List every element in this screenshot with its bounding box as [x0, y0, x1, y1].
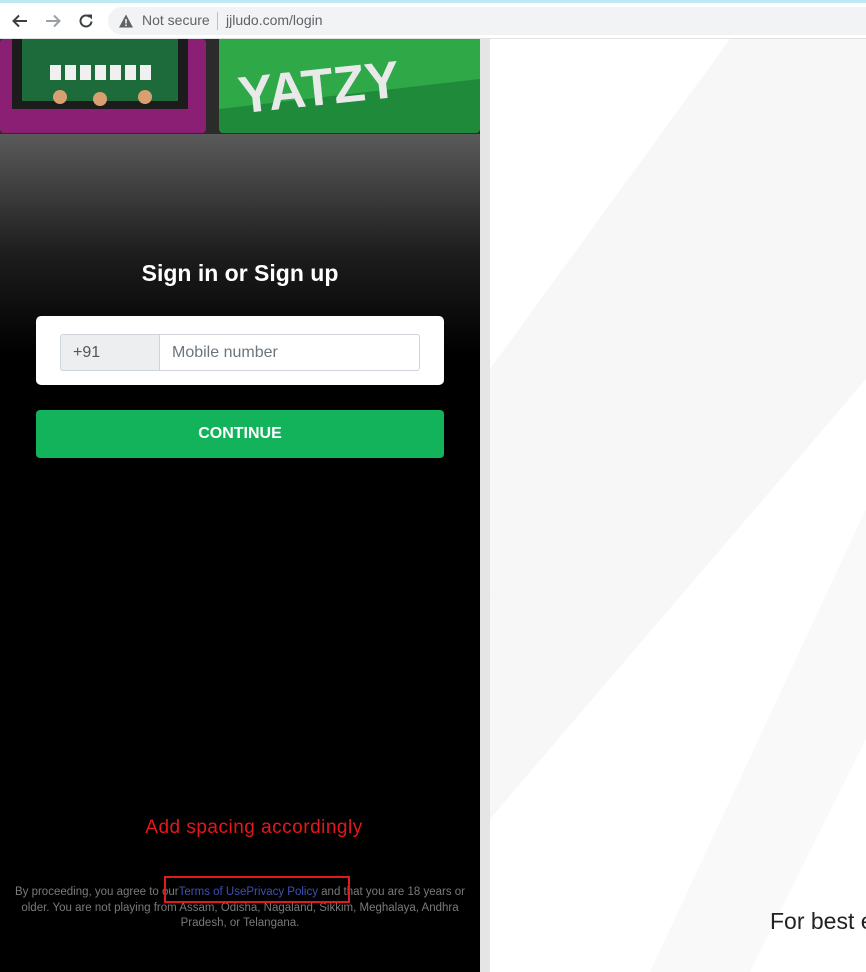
address-bar[interactable]: Not secure jjludo.com/login [108, 7, 866, 35]
country-code-prefix: +91 [60, 334, 159, 371]
mobile-number-input[interactable] [159, 334, 420, 371]
browser-toolbar: Not secure jjludo.com/login [0, 3, 866, 39]
reload-icon[interactable] [74, 9, 98, 33]
page-title: Sign in or Sign up [141, 260, 339, 286]
annotation-note: Add spacing accordingly [145, 817, 363, 838]
game-banner: YATZY [0, 39, 480, 134]
continue-button[interactable]: CONTINUE [36, 410, 444, 458]
panel-divider [480, 39, 490, 972]
url-text[interactable]: jjludo.com/login [226, 12, 323, 28]
omnibox-separator [217, 12, 218, 30]
legal-prefix: By proceeding, you agree to our [14, 886, 179, 898]
background-pattern [490, 39, 866, 972]
login-panel: YATZY Sign in or Sign up +91 CONTINUE Ad… [0, 39, 480, 972]
best-experience-text: For best e [770, 908, 866, 934]
right-panel: For best e [490, 39, 866, 972]
annotation-highlight-box [164, 876, 350, 903]
phone-input-card: +91 [36, 316, 444, 385]
forward-arrow-icon[interactable] [41, 9, 65, 33]
warning-icon [119, 14, 133, 28]
back-arrow-icon[interactable] [8, 9, 32, 33]
security-status[interactable]: Not secure [142, 12, 210, 28]
